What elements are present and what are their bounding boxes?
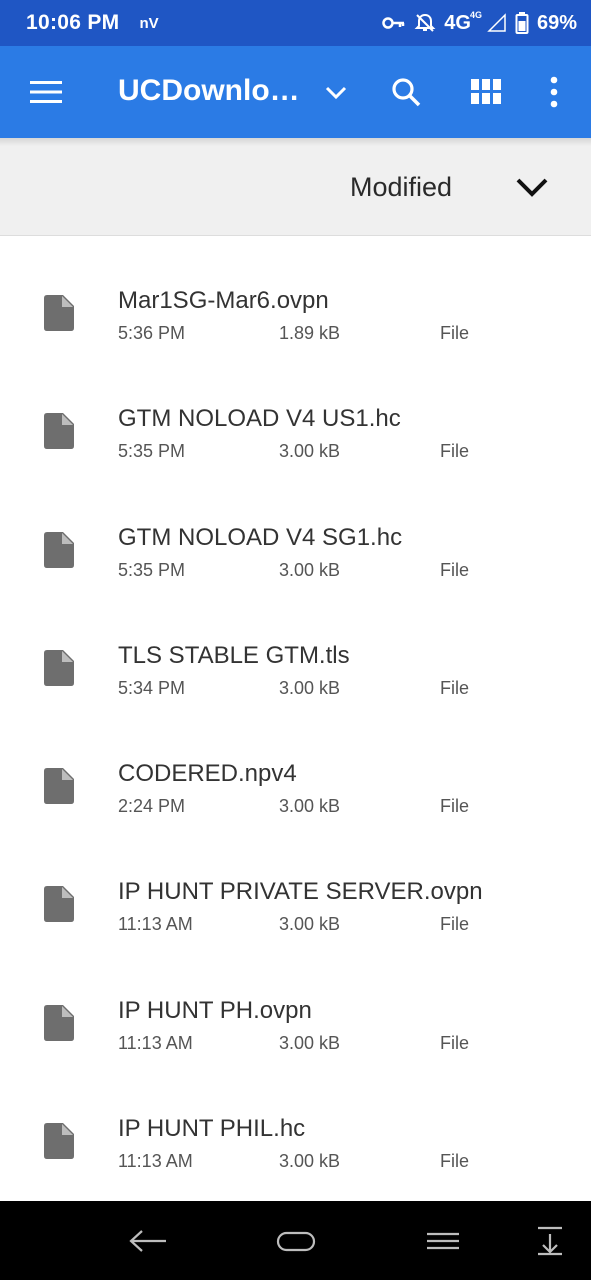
file-icon [44,886,74,923]
file-size: 3.00 kB [279,677,341,698]
home-icon[interactable] [276,1231,316,1253]
file-time: 5:36 PM [118,323,186,343]
file-name: GTM NOLOAD V4 SG1.hc [118,523,403,551]
bell-off-icon [414,12,436,34]
notification-drawer-icon[interactable] [536,1226,564,1256]
file-size: 3.00 kB [279,914,341,935]
sort-chevron-down-icon[interactable] [514,172,550,202]
search-icon[interactable] [390,76,422,108]
file-icon [44,1004,74,1041]
file-time: 11:13 AM [118,1151,193,1172]
file-row[interactable]: IP HUNT PHIL.hc 11:13 AM 3.00 kB File [0,1065,591,1183]
file-size: 3.00 kB [279,559,341,580]
file-name: IP HUNT PRIVATE SERVER.ovpn [118,878,483,906]
file-name: IP HUNT PH.ovpn [118,996,312,1024]
battery-percent: 69% [536,11,577,34]
file-name: GTM NOLOAD V4 US1.hc [118,405,401,433]
back-icon[interactable] [128,1227,168,1255]
file-row[interactable]: IP HUNT PRIVATE SERVER.ovpn 11:13 AM 3.0… [0,828,591,946]
file-row[interactable]: IP HUNT PH.ovpn 11:13 AM 3.00 kB File [0,947,591,1065]
signal-icon [487,13,507,33]
more-vert-icon[interactable] [544,76,564,108]
file-time: 5:34 PM [118,677,186,698]
file-type: File [440,914,470,935]
file-name: Mar1SG-Mar6.ovpn [118,287,329,314]
app-bar: UCDownlo… [0,46,591,138]
file-size: 3.00 kB [279,796,341,817]
file-icon [44,649,74,686]
status-bar: 10:06 PM nV 4G 4G 69% [0,0,591,46]
menu-icon[interactable] [30,80,62,104]
file-time: 11:13 AM [118,914,193,935]
file-size: 1.89 kB [279,323,341,343]
file-name: TLS STABLE GTM.tls [118,641,350,669]
file-icon [44,295,74,331]
grid-view-icon[interactable] [471,79,501,105]
chevron-down-icon[interactable] [322,78,350,106]
sort-label[interactable]: Modified [350,172,452,203]
file-time: 2:24 PM [118,796,186,817]
folder-title[interactable]: UCDownlo… [118,74,300,108]
file-size: 3.00 kB [279,441,341,462]
file-type: File [440,796,470,817]
file-type: File [440,677,470,698]
file-type: File [440,323,470,343]
status-carrier: nV [139,14,159,32]
file-time: 11:13 AM [118,1032,193,1053]
sort-bar: Modified [0,138,591,236]
file-time: 5:35 PM [118,559,186,580]
recents-icon[interactable] [426,1231,460,1251]
vpn-key-icon [382,16,406,30]
network-type: 4G 4G [444,9,482,34]
file-row[interactable]: CODERED.npv4 2:24 PM 3.00 kB File [0,710,591,828]
file-size: 3.00 kB [279,1151,341,1172]
file-icon [44,768,74,805]
file-icon [44,531,74,568]
file-type: File [440,559,470,580]
file-list: Mar1SG-Mar6.ovpn 5:36 PM 1.89 kB File GT… [0,237,591,1183]
file-icon [44,1123,74,1160]
file-time: 5:35 PM [118,441,186,462]
file-row[interactable]: Mar1SG-Mar6.ovpn 5:36 PM 1.89 kB File [0,237,591,355]
file-row[interactable]: GTM NOLOAD V4 SG1.hc 5:35 PM 3.00 kB Fil… [0,474,591,592]
file-type: File [440,1032,470,1053]
file-row[interactable]: GTM NOLOAD V4 US1.hc 5:35 PM 3.00 kB Fil… [0,355,591,473]
file-type: File [440,1151,470,1172]
file-row[interactable]: TLS STABLE GTM.tls 5:34 PM 3.00 kB File [0,592,591,710]
status-time: 10:06 PM [26,11,120,34]
status-icons: 4G 4G 69% [382,9,577,35]
file-name: IP HUNT PHIL.hc [118,1115,306,1143]
system-nav-bar [0,1201,591,1280]
file-type: File [440,441,470,462]
file-icon [44,413,74,450]
battery-icon [515,11,529,35]
file-size: 3.00 kB [279,1032,341,1053]
file-name: CODERED.npv4 [118,760,297,788]
